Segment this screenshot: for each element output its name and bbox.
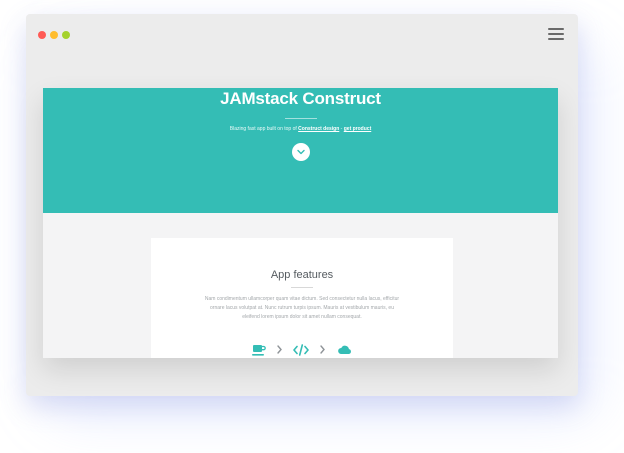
feature-steps — [151, 343, 453, 358]
hero-subtitle: Blazing fast app built on top of Constru… — [43, 126, 558, 133]
browser-window: JAMstack Construct Blazing fast app buil… — [26, 14, 578, 396]
chevron-right-icon — [320, 345, 325, 354]
hero-title: JAMstack Construct — [220, 89, 381, 108]
features-divider — [291, 287, 313, 288]
coffee-icon — [252, 345, 266, 356]
screenshot-stage: JAMstack Construct Blazing fast app buil… — [0, 0, 624, 453]
menu-line — [548, 33, 564, 35]
hero-section: JAMstack Construct Blazing fast app buil… — [43, 88, 558, 213]
window-titlebar — [26, 14, 578, 54]
hero-subtitle-text: Blazing fast app built on top of — [229, 126, 299, 132]
features-card: App features Nam condimentum ullamcorper… — [151, 238, 453, 358]
menu-line — [548, 38, 564, 40]
features-title: App features — [270, 269, 334, 281]
get-product-link[interactable]: get product — [344, 126, 372, 132]
maximize-window-dot[interactable] — [62, 31, 70, 39]
code-icon — [293, 344, 309, 356]
minimize-window-dot[interactable] — [50, 31, 58, 39]
close-window-dot[interactable] — [38, 31, 46, 39]
chevron-down-icon — [297, 149, 305, 155]
hero-divider — [285, 118, 317, 119]
cloud-icon — [338, 345, 351, 354]
page-content: JAMstack Construct Blazing fast app buil… — [43, 88, 558, 358]
scroll-down-button[interactable] — [292, 143, 310, 161]
menu-line — [548, 28, 564, 30]
chevron-right-icon — [277, 345, 282, 354]
menu-icon[interactable] — [548, 28, 564, 40]
construct-design-link[interactable]: Construct design — [298, 126, 339, 132]
features-description: Nam condimentum ullamcorper quam vitae d… — [204, 296, 400, 320]
